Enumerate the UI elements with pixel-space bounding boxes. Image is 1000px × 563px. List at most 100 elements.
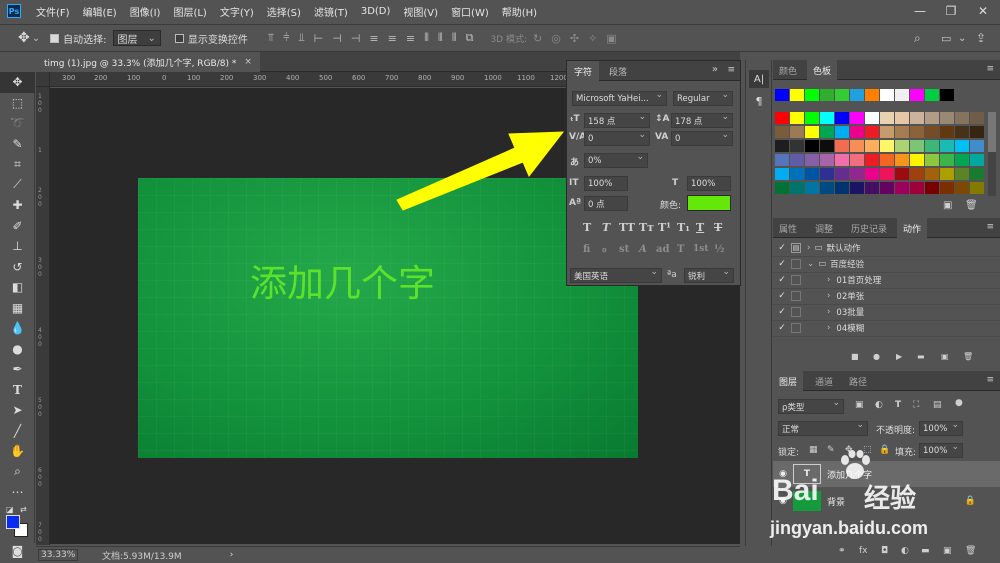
align-left-icon[interactable]: ⊢ (314, 32, 324, 45)
new-group-icon[interactable]: ▬ (921, 546, 930, 556)
action-row[interactable]: ✓ › 04模糊 (773, 321, 1000, 337)
gradient-tool-icon[interactable]: ▦ (0, 298, 35, 319)
color-swatch[interactable] (820, 182, 834, 194)
vertical-ruler[interactable]: 1 0 0 1 2 0 0 3 0 0 4 0 0 5 0 0 6 0 0 7 … (36, 87, 50, 545)
menu-edit[interactable]: 编辑(E) (83, 4, 117, 19)
color-swatch[interactable] (790, 89, 804, 101)
discretionary-ligature-button[interactable]: st (619, 244, 629, 255)
color-swatch[interactable] (835, 182, 849, 194)
menu-view[interactable]: 视图(V) (403, 4, 438, 19)
path-select-icon[interactable]: ➤ (0, 400, 35, 421)
trash-icon[interactable]: 🗑 (963, 352, 973, 361)
color-swatch[interactable] (790, 182, 804, 194)
color-swatch[interactable] (940, 126, 954, 138)
color-swatch[interactable] (970, 112, 984, 124)
color-swatch[interactable] (820, 168, 834, 180)
stylistic-alternates-button[interactable]: ad (656, 244, 669, 255)
collapse-panel-icon[interactable]: » (712, 64, 718, 75)
action-row[interactable]: ✓ › 01首页处理 (773, 273, 1000, 289)
color-swatch[interactable] (820, 112, 834, 124)
trash-icon[interactable]: 🗑 (965, 200, 978, 211)
check-icon[interactable]: ✓ (773, 259, 791, 269)
distribute-bottom-icon[interactable]: ≡ (406, 32, 415, 45)
color-swatch[interactable] (865, 168, 879, 180)
menu-layer[interactable]: 图层(L) (173, 4, 206, 19)
tab-swatches[interactable]: 色板 (807, 60, 838, 80)
color-swatch[interactable] (940, 112, 954, 124)
canvas-text-layer[interactable]: 添加几个字 (250, 253, 435, 307)
color-swatch[interactable] (820, 89, 834, 101)
color-swatch[interactable] (880, 154, 894, 166)
color-swatch[interactable] (775, 182, 789, 194)
eraser-tool-icon[interactable]: ◧ (0, 277, 35, 298)
ligature-button[interactable]: fi (583, 244, 590, 255)
font-size-field[interactable]: 158 点 (584, 112, 650, 128)
color-swatch[interactable] (805, 182, 819, 194)
chevron-right-icon[interactable]: › (827, 275, 830, 285)
move-tool-icon[interactable]: ✥ (0, 72, 35, 93)
character-panel-icon[interactable]: A| (749, 70, 769, 88)
color-swatch[interactable] (955, 140, 969, 152)
tab-paths[interactable]: 路径 (843, 371, 873, 391)
layer-filter-dropdown[interactable]: ρ类型 (778, 398, 844, 414)
maximize-button[interactable]: ❐ (936, 0, 966, 22)
more-tools-icon[interactable]: ⋯ (0, 482, 35, 503)
lock-pixels-icon[interactable]: ✎ (827, 445, 835, 455)
chevron-right-icon[interactable]: › (827, 291, 830, 301)
close-window-button[interactable]: ✕ (968, 0, 998, 22)
color-swatch[interactable] (880, 89, 894, 101)
color-swatch[interactable] (775, 112, 789, 124)
type-filter-icon[interactable]: T (895, 400, 901, 410)
line-tool-icon[interactable]: ╱ (0, 421, 35, 442)
color-swatch[interactable] (895, 182, 909, 194)
menu-filter[interactable]: 滤镜(T) (314, 4, 348, 19)
menu-image[interactable]: 图像(I) (130, 4, 161, 19)
new-set-icon[interactable]: ▬ (917, 352, 925, 361)
color-swatch[interactable] (865, 126, 879, 138)
color-swatch[interactable] (955, 154, 969, 166)
color-swatch[interactable] (970, 140, 984, 152)
color-swatch[interactable] (835, 126, 849, 138)
color-swatch[interactable] (925, 154, 939, 166)
dialog-toggle-icon[interactable]: ▤ (791, 243, 801, 254)
zoom-level[interactable]: 33.33% (38, 549, 78, 561)
color-swatch[interactable] (925, 89, 939, 101)
opacity-field[interactable]: 100% (919, 420, 963, 436)
tab-layers[interactable]: 图层 (773, 371, 804, 391)
faux-bold-button[interactable]: T (583, 221, 591, 234)
menu-help[interactable]: 帮助(H) (502, 4, 537, 19)
color-swatch[interactable] (820, 140, 834, 152)
font-style-dropdown[interactable]: Regular (673, 90, 733, 106)
color-swatch[interactable] (820, 154, 834, 166)
foreground-color[interactable] (6, 514, 20, 529)
color-swatch[interactable] (775, 168, 789, 180)
add-mask-icon[interactable]: ◘ (881, 546, 888, 556)
action-set-row[interactable]: ✓ ⌄ ▭ 百度经验 (773, 257, 1000, 273)
color-swatch[interactable] (850, 168, 864, 180)
color-swatch[interactable] (880, 168, 894, 180)
stamp-tool-icon[interactable]: ⊥ (0, 236, 35, 257)
color-swatch[interactable] (805, 112, 819, 124)
color-swatch[interactable] (880, 112, 894, 124)
distribute-vcenter-icon[interactable]: ≡ (388, 32, 397, 45)
color-swatch[interactable] (940, 89, 954, 101)
smart-object-filter-icon[interactable]: ▤ (933, 400, 942, 410)
color-swatch[interactable] (925, 112, 939, 124)
titling-alternates-button[interactable]: T (677, 244, 684, 255)
trash-icon[interactable]: 🗑 (965, 546, 976, 556)
stop-icon[interactable]: ■ (851, 352, 859, 361)
color-swatch[interactable] (790, 126, 804, 138)
panel-menu-icon[interactable]: ≡ (986, 375, 994, 385)
quick-select-tool-icon[interactable]: ✎ (0, 134, 35, 155)
distribute-hcenter-icon[interactable]: ⦀ (438, 31, 443, 45)
pixel-filter-icon[interactable]: ▣ (855, 400, 864, 410)
color-swatch[interactable] (910, 112, 924, 124)
small-caps-button[interactable]: Tт (639, 221, 654, 234)
color-swatch[interactable] (910, 140, 924, 152)
crop-tool-icon[interactable]: ⌗ (0, 154, 35, 175)
color-swatch[interactable] (880, 126, 894, 138)
color-swatch[interactable] (850, 112, 864, 124)
color-swatch[interactable] (910, 89, 924, 101)
color-swatch[interactable] (775, 140, 789, 152)
color-swatch[interactable] (850, 182, 864, 194)
